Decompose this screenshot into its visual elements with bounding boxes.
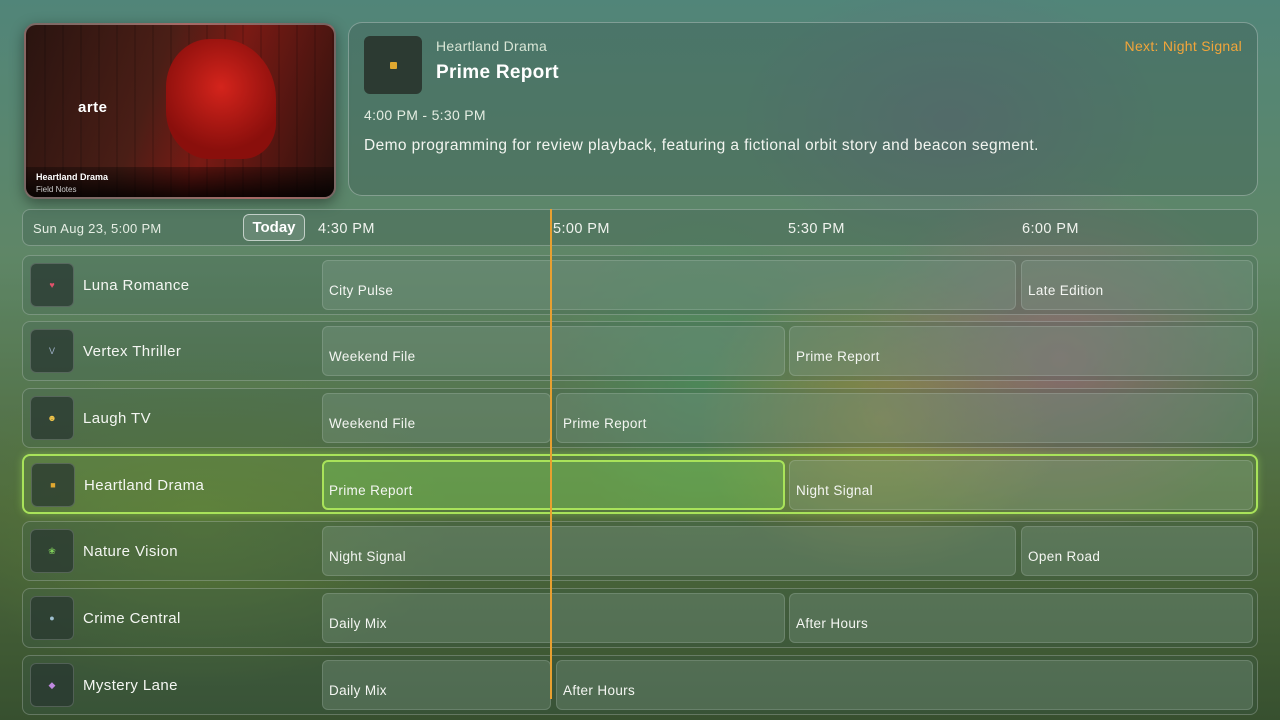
info-channel-name: Heartland Drama xyxy=(436,38,548,54)
channel-logo: ◆ xyxy=(30,663,74,707)
time-tick: 5:30 PM xyxy=(788,221,845,237)
logo-icon xyxy=(389,61,397,69)
program-info-panel: Heartland Drama Prime Report Next: Night… xyxy=(348,22,1258,196)
info-time-range: 4:00 PM - 5:30 PM xyxy=(364,107,486,123)
program-cell-focused[interactable]: Prime Report xyxy=(322,460,785,510)
timeline-header: Sun Aug 23, 5:00 PM Today 4:30 PM 5:00 P… xyxy=(22,209,1258,246)
channel-logo: ■ xyxy=(31,463,75,507)
program-cell[interactable]: After Hours xyxy=(556,660,1253,710)
channel-row[interactable]: ♥ Luna Romance City Pulse Late Edition xyxy=(22,255,1258,315)
info-program-title: Prime Report xyxy=(436,62,559,83)
channel-name: Luna Romance xyxy=(83,277,190,294)
preview-channel: Heartland Drama xyxy=(36,172,109,182)
program-cell[interactable]: Prime Report xyxy=(789,326,1253,376)
leaf-icon: ❀ xyxy=(48,545,56,556)
crime-logo-icon: ● xyxy=(49,613,55,623)
program-cell[interactable]: Night Signal xyxy=(322,526,1016,576)
today-button[interactable]: Today xyxy=(243,214,305,241)
channel-logo: ☻ xyxy=(30,396,74,440)
time-tick: 6:00 PM xyxy=(1022,221,1079,237)
program-cell[interactable]: Daily Mix xyxy=(322,660,551,710)
channel-name: Crime Central xyxy=(83,610,181,627)
drama-logo-icon: ■ xyxy=(50,480,56,490)
channel-logo: V xyxy=(30,329,74,373)
program-cell[interactable]: After Hours xyxy=(789,593,1253,643)
channel-logo: ● xyxy=(30,596,74,640)
channel-logo xyxy=(364,36,422,94)
program-cell[interactable]: Open Road xyxy=(1021,526,1253,576)
next-program-label: Next: Night Signal xyxy=(1124,38,1242,54)
channel-name: Nature Vision xyxy=(83,543,178,560)
heart-icon: ♥ xyxy=(49,280,55,290)
time-tick: 4:30 PM xyxy=(318,221,375,237)
v-logo-icon: V xyxy=(48,346,55,356)
channel-row-selected[interactable]: ■ Heartland Drama Prime Report Night Sig… xyxy=(22,454,1258,514)
channel-row[interactable]: ❀ Nature Vision Night Signal Open Road xyxy=(22,521,1258,581)
current-datetime: Sun Aug 23, 5:00 PM xyxy=(33,221,162,236)
program-cell[interactable]: Weekend File xyxy=(322,393,551,443)
program-cell[interactable]: Daily Mix xyxy=(322,593,785,643)
channel-name: Heartland Drama xyxy=(84,477,205,494)
program-cell[interactable]: Weekend File xyxy=(322,326,785,376)
preview-player[interactable]: arte Heartland Drama Field Notes xyxy=(24,23,336,199)
channel-row[interactable]: ☻ Laugh TV Weekend File Prime Report xyxy=(22,388,1258,448)
preview-subtitle: Field Notes xyxy=(36,185,77,194)
program-cell[interactable]: Night Signal xyxy=(789,460,1253,510)
channel-name: Laugh TV xyxy=(83,410,151,427)
channel-row[interactable]: V Vertex Thriller Weekend File Prime Rep… xyxy=(22,321,1258,381)
channel-logo: ♥ xyxy=(30,263,74,307)
time-tick: 5:00 PM xyxy=(553,221,610,237)
channel-name: Vertex Thriller xyxy=(83,343,182,360)
info-description: Demo programming for review playback, fe… xyxy=(364,137,1039,154)
preview-video-figure xyxy=(166,39,276,159)
program-cell[interactable]: Late Edition xyxy=(1021,260,1253,310)
preview-caption: Heartland Drama Field Notes xyxy=(26,167,334,197)
smile-icon: ☻ xyxy=(47,413,57,423)
program-cell[interactable]: City Pulse xyxy=(322,260,1016,310)
current-time-indicator xyxy=(550,209,552,699)
channel-name: Mystery Lane xyxy=(83,677,178,694)
channel-logo: ❀ xyxy=(30,529,74,573)
program-cell[interactable]: Prime Report xyxy=(556,393,1253,443)
channel-row[interactable]: ● Crime Central Daily Mix After Hours xyxy=(22,588,1258,648)
mystery-logo-icon: ◆ xyxy=(48,679,56,690)
channel-row[interactable]: ◆ Mystery Lane Daily Mix After Hours xyxy=(22,655,1258,715)
preview-watermark: arte xyxy=(78,99,108,116)
